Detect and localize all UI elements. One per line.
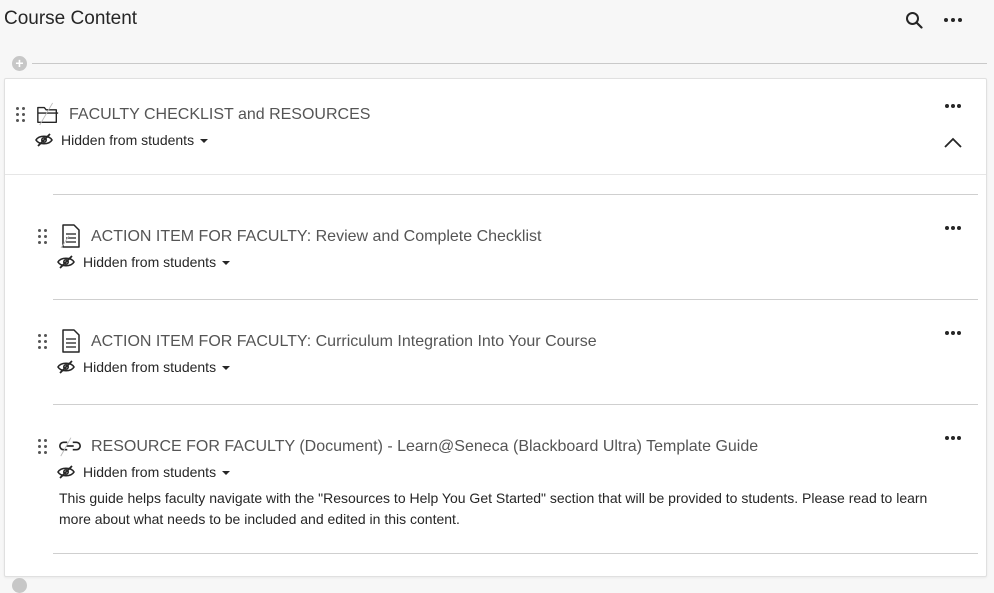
item-visibility-dropdown[interactable]: Hidden from students (57, 462, 231, 482)
item-visibility-dropdown[interactable]: Hidden from students (57, 357, 231, 377)
content-item-title[interactable]: RESOURCE FOR FACULTY (Document) - Learn@… (91, 438, 758, 456)
page-header: Course Content (0, 0, 994, 40)
add-content-button[interactable] (12, 578, 27, 593)
caret-down-icon (222, 470, 231, 475)
caret-down-icon (200, 138, 209, 143)
page-title: Course Content (4, 8, 138, 29)
item-options-button[interactable] (941, 326, 965, 340)
document-icon (60, 224, 80, 248)
item-options-button[interactable] (941, 431, 965, 445)
item-divider (53, 299, 978, 300)
drag-handle[interactable] (38, 229, 48, 245)
hidden-eye-icon (35, 133, 53, 147)
drag-handle[interactable] (38, 439, 48, 455)
more-options-icon (945, 331, 961, 335)
item-divider (53, 404, 978, 405)
visibility-label: Hidden from students (83, 464, 217, 480)
hidden-eye-icon (57, 465, 75, 479)
item-options-button[interactable] (941, 221, 965, 235)
item-divider (53, 194, 978, 195)
drag-handle[interactable] (38, 334, 48, 350)
add-content-button[interactable]: + (12, 56, 27, 71)
course-options-button[interactable] (940, 8, 966, 32)
caret-down-icon (222, 260, 231, 265)
chevron-up-icon[interactable] (943, 135, 963, 151)
folder-icon (37, 102, 59, 126)
folder-options-button[interactable] (941, 99, 965, 113)
more-options-icon (945, 226, 961, 230)
item-divider (53, 553, 978, 554)
visibility-label: Hidden from students (83, 359, 217, 375)
add-content-row: + (12, 55, 987, 71)
visibility-label: Hidden from students (61, 132, 195, 148)
drag-handle[interactable] (16, 107, 26, 123)
item-visibility-dropdown[interactable]: Hidden from students (57, 252, 231, 272)
hidden-eye-icon (57, 255, 75, 269)
more-options-icon (944, 18, 962, 22)
link-icon (59, 437, 81, 457)
folder-card: FACULTY CHECKLIST and RESOURCES Hidden f… (4, 78, 987, 577)
more-options-icon (945, 436, 961, 440)
caret-down-icon (222, 365, 231, 370)
folder-visibility-dropdown[interactable]: Hidden from students (35, 130, 209, 150)
folder-title[interactable]: FACULTY CHECKLIST and RESOURCES (69, 106, 370, 124)
hidden-eye-icon (57, 360, 75, 374)
folder-header: FACULTY CHECKLIST and RESOURCES Hidden f… (5, 79, 986, 175)
search-button[interactable] (901, 8, 927, 32)
add-content-divider (32, 63, 987, 64)
content-item-title[interactable]: ACTION ITEM FOR FACULTY: Curriculum Inte… (91, 333, 597, 351)
more-options-icon (945, 104, 961, 108)
visibility-label: Hidden from students (83, 254, 217, 270)
item-description: This guide helps faculty navigate with t… (59, 490, 928, 527)
content-item-title[interactable]: ACTION ITEM FOR FACULTY: Review and Comp… (91, 228, 541, 246)
document-icon (62, 329, 80, 353)
search-icon (906, 12, 923, 29)
